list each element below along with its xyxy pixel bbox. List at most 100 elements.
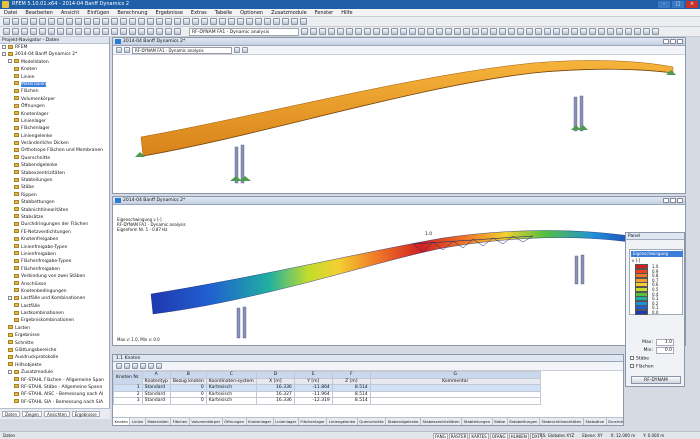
maximize-button[interactable]: □ — [672, 1, 684, 8]
table-tab[interactable]: Öffnungen — [223, 418, 247, 425]
table-tab[interactable]: Stabteilungen — [462, 418, 493, 425]
toolbar-icon[interactable] — [454, 28, 461, 35]
toolbar-icon[interactable] — [174, 18, 181, 25]
tree-item[interactable]: Lastfälle — [0, 303, 108, 310]
table-tab[interactable]: Linienlager — [274, 418, 299, 425]
checkbox-icon[interactable] — [630, 356, 634, 360]
toolbar-icon[interactable] — [21, 28, 28, 35]
navigator-tab[interactable]: Daten — [2, 411, 21, 417]
close-button[interactable]: × — [686, 1, 698, 8]
table-cell[interactable]: Standard — [141, 397, 171, 405]
toolbar-icon[interactable] — [382, 28, 389, 35]
view2-close-button[interactable] — [677, 198, 683, 203]
rf-dynam-button[interactable]: RF-DYNAM — [631, 376, 681, 384]
toolbar-icon[interactable] — [165, 28, 172, 35]
toolbar-icon[interactable] — [625, 28, 632, 35]
tree-item[interactable]: RF-STAHL AISC - Bemessung nach AI — [0, 391, 108, 398]
tree-item[interactable]: Flächenlager — [0, 125, 108, 132]
tree-item[interactable]: Querschnitte — [0, 155, 108, 162]
toolbar-icon[interactable] — [400, 28, 407, 35]
toolbar-icon[interactable] — [571, 28, 578, 35]
toolbar-icon[interactable] — [562, 28, 569, 35]
expand-toggle[interactable] — [8, 369, 12, 374]
minimize-button[interactable]: – — [658, 1, 670, 8]
table-tab[interactable]: Stabsätze — [584, 418, 607, 425]
table-cell[interactable]: 8.514 — [331, 397, 371, 405]
toolbar-icon[interactable] — [75, 28, 82, 35]
view-tool-icon[interactable] — [124, 47, 130, 53]
table-cell[interactable]: 16.336 — [255, 397, 295, 405]
toolbar-icon[interactable] — [364, 28, 371, 35]
view1-min-button[interactable] — [663, 39, 669, 44]
table-tab[interactable]: Stabnichtlinearitäten — [540, 418, 584, 425]
toolbar-icon[interactable] — [147, 28, 154, 35]
table-tab[interactable]: Liniengelenke — [327, 418, 358, 425]
toolbar-icon[interactable] — [409, 28, 416, 35]
toolbar-icon[interactable] — [481, 28, 488, 35]
tree-item[interactable]: Stabteilungen — [0, 177, 108, 184]
toolbar-icon[interactable] — [246, 18, 253, 25]
toolbar-icon[interactable] — [273, 18, 280, 25]
toolbar-icon[interactable] — [237, 18, 244, 25]
table-tool-icon[interactable] — [124, 363, 130, 369]
table-tab[interactable]: Querschnitte — [358, 418, 387, 425]
tree-item[interactable]: Stabendgelenke — [0, 162, 108, 169]
toolbar-icon[interactable] — [12, 28, 19, 35]
menu-item[interactable]: Optionen — [240, 9, 263, 16]
toolbar-icon[interactable] — [93, 28, 100, 35]
toolbar-icon[interactable] — [291, 18, 298, 25]
bridge-model-render[interactable] — [113, 55, 685, 194]
table-tool-icon[interactable] — [132, 363, 138, 369]
toolbar-icon[interactable] — [472, 28, 479, 35]
toolbar-icon[interactable] — [39, 28, 46, 35]
toolbar-icon[interactable] — [310, 28, 317, 35]
toolbar-icon[interactable] — [463, 28, 470, 35]
nodes-table[interactable]: Knoten Nr. A B C D E F G Knotentyp Bezug knoten K… — [113, 371, 541, 405]
toolbar-icon[interactable] — [300, 18, 307, 25]
toolbar-icon[interactable] — [319, 28, 326, 35]
tree-item[interactable]: Ausdruckprotokolle — [0, 354, 108, 361]
toolbar-icon[interactable] — [57, 18, 64, 25]
tree-item[interactable]: Flächenfreigaben — [0, 266, 108, 273]
toolbar-icon[interactable] — [120, 28, 127, 35]
toolbar-icon[interactable] — [346, 28, 353, 35]
tree-item[interactable]: Modelldaten — [0, 59, 108, 66]
table-tab[interactable]: Stabendgelenke — [386, 418, 421, 425]
table-row[interactable]: 3 Standard 0 Kartesisch 16.336 -12.319 8.514 — [113, 397, 541, 405]
toolbar-icon[interactable] — [138, 28, 145, 35]
mode-shape-render[interactable]: 1.0 — [113, 214, 685, 346]
expand-toggle[interactable] — [2, 44, 6, 49]
tree-item[interactable]: Lastkombinationen — [0, 310, 108, 317]
toolbar-icon[interactable] — [192, 18, 199, 25]
tree-item[interactable]: Volumenkörper — [0, 96, 108, 103]
table-tab[interactable]: Durchdringungen — [607, 418, 623, 425]
table-tab[interactable]: Materialien — [146, 418, 172, 425]
tree-item[interactable]: Glättungsbereiche — [0, 347, 108, 354]
tree-item[interactable]: Flächenfreigabe-Typen — [0, 258, 108, 265]
expand-toggle[interactable] — [8, 59, 12, 64]
expand-toggle[interactable] — [2, 51, 6, 56]
toolbar-icon[interactable] — [436, 28, 443, 35]
toolbar-icon[interactable] — [210, 18, 217, 25]
toolbar-icon[interactable] — [652, 28, 659, 35]
toolbar-icon[interactable] — [93, 18, 100, 25]
tree-item[interactable]: Schnitte — [0, 340, 108, 347]
toolbar-icon[interactable] — [102, 28, 109, 35]
tree-item[interactable]: Stabexzentrizitäten — [0, 170, 108, 177]
table-cell[interactable]: -12.319 — [293, 397, 333, 405]
tree-item[interactable]: Ergebnisse — [0, 332, 108, 339]
table-tab[interactable]: Knotenlager — [247, 418, 274, 425]
members-checkbox[interactable]: Stäbe — [630, 356, 649, 362]
toolbar-icon[interactable] — [255, 18, 262, 25]
toolbar-icon[interactable] — [48, 28, 55, 35]
toolbar-icon[interactable] — [445, 28, 452, 35]
menu-item[interactable]: Tabelle — [215, 9, 232, 16]
tree-item[interactable]: Stabnichtlinearitäten — [0, 207, 108, 214]
toolbar-icon[interactable] — [544, 28, 551, 35]
toolbar-icon[interactable] — [499, 28, 506, 35]
table-tab[interactable]: Stäbe — [493, 418, 508, 425]
status-toggle[interactable]: HLINIEN — [508, 433, 529, 439]
expand-toggle[interactable] — [8, 295, 12, 300]
tree-item[interactable]: Öffnungen — [0, 103, 108, 110]
tree-item[interactable]: Verbindung von zwei Stäben — [0, 273, 108, 280]
